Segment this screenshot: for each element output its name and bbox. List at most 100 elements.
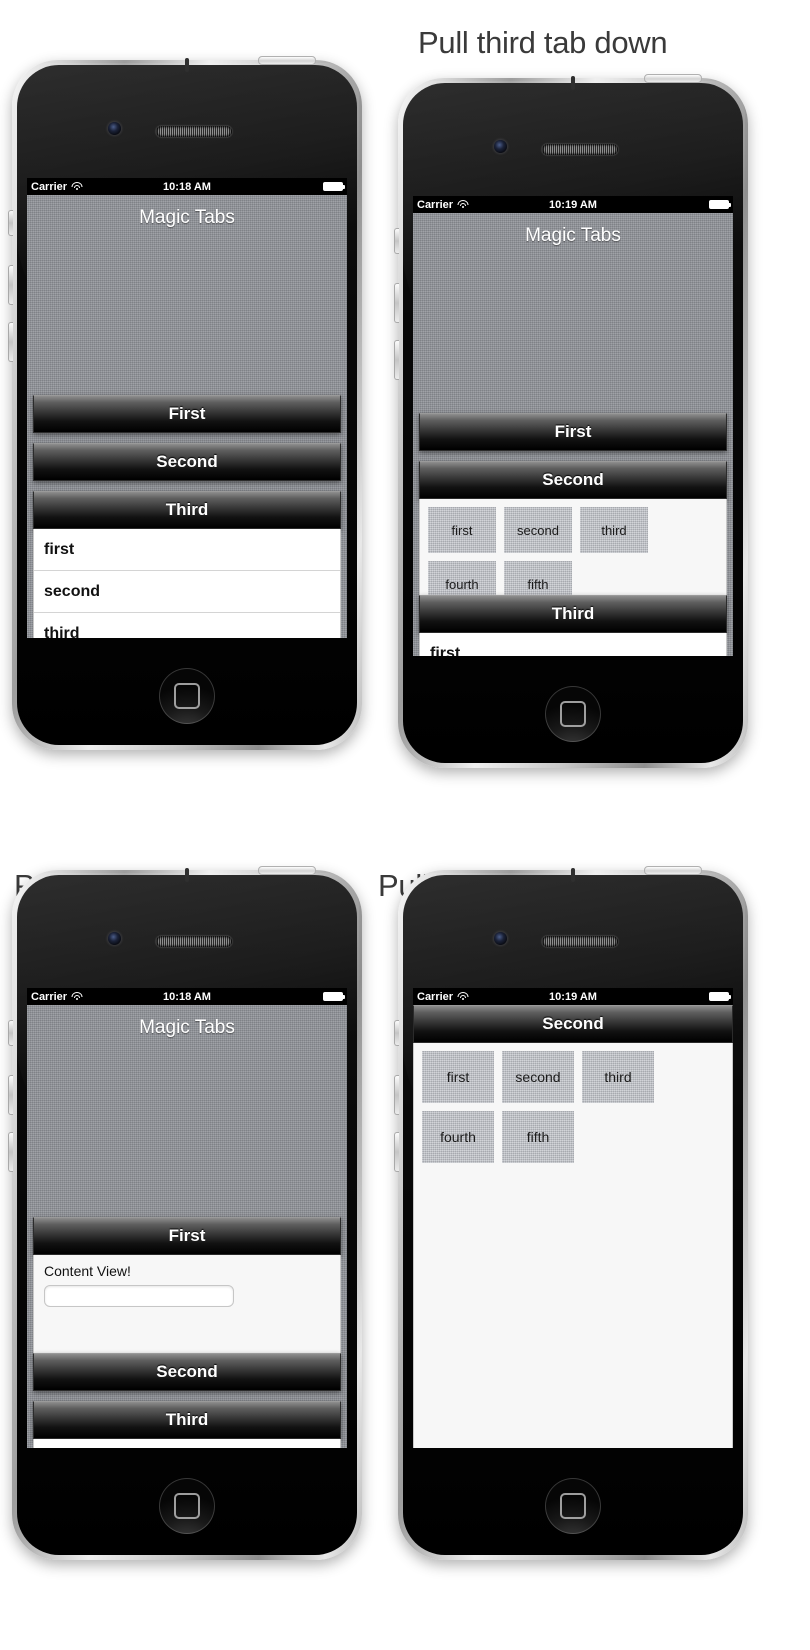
volume-down-button[interactable] [394, 340, 399, 380]
home-button[interactable] [545, 686, 601, 742]
front-camera-icon [494, 932, 507, 945]
tab-third[interactable]: Third [33, 1401, 341, 1439]
phone-3-screen: Carrier 10:18 AM Magic Tabs First Conten… [27, 988, 347, 1448]
grid-cell[interactable]: second [504, 507, 572, 553]
third-tab-list[interactable]: first [420, 633, 726, 656]
power-button[interactable] [644, 74, 702, 83]
status-time: 10:19 AM [549, 990, 597, 1003]
tab-first-label: First [168, 1226, 206, 1245]
battery-icon [709, 200, 731, 209]
volume-up-button[interactable] [394, 283, 399, 323]
silent-switch[interactable] [394, 1020, 399, 1046]
power-button[interactable] [644, 866, 702, 875]
front-camera-icon [108, 932, 121, 945]
tab-second[interactable]: Second [33, 1353, 341, 1391]
content-view-input[interactable] [44, 1285, 234, 1307]
list-item[interactable]: first [420, 633, 726, 657]
app-canvas: Magic Tabs First Second Third first seco… [27, 195, 347, 638]
grid-cell-label: fifth [526, 1129, 550, 1145]
home-button[interactable] [159, 1478, 215, 1534]
tab-second-label: Second [542, 470, 604, 489]
antenna-band [185, 868, 189, 882]
caption-pull-third-tab-down: Pull third tab down [418, 25, 668, 60]
tab-second[interactable]: Second [413, 1005, 733, 1043]
third-tab-panel: first [419, 633, 727, 656]
front-camera-icon [494, 140, 507, 153]
second-tab-grid[interactable]: first second third fourth fifth [420, 499, 726, 605]
home-button[interactable] [159, 668, 215, 724]
third-tab-list[interactable]: first second third [34, 529, 340, 638]
grid-cell-label: first [446, 1069, 470, 1085]
volume-up-button[interactable] [394, 1075, 399, 1115]
silent-switch[interactable] [8, 1020, 13, 1046]
grid-cell-label: third [604, 1069, 632, 1085]
phone-2-screen: Carrier 10:19 AM Magic Tabs First Second [413, 196, 733, 656]
volume-up-button[interactable] [8, 265, 13, 305]
grid-cell[interactable]: fifth [502, 1111, 574, 1163]
list-item[interactable]: third [34, 613, 340, 639]
tab-first[interactable]: First [33, 395, 341, 433]
volume-up-button[interactable] [8, 1075, 13, 1115]
list-item-label: first [430, 644, 461, 657]
phone-1-screen: Carrier 10:18 AM Magic Tabs First Second… [27, 178, 347, 638]
battery-icon [709, 992, 731, 1001]
tab-third-label: Third [165, 1410, 209, 1429]
antenna-band [185, 58, 189, 72]
screenshot-sheet: Pull third tab down Carrier 10:18 AM Mag… [0, 0, 810, 1650]
tab-first-label: First [168, 404, 206, 423]
grid-cell-label: fifth [527, 576, 549, 592]
tab-first[interactable]: First [419, 413, 727, 451]
grid-cell[interactable]: third [580, 507, 648, 553]
grid-cell[interactable]: first [422, 1051, 494, 1103]
status-bar: Carrier 10:18 AM [27, 178, 347, 195]
tab-first-label: First [554, 422, 592, 441]
battery-icon [323, 992, 345, 1001]
tab-third[interactable]: Third [419, 595, 727, 633]
status-bar: Carrier 10:19 AM [413, 988, 733, 1005]
tab-third[interactable]: Third [33, 491, 341, 529]
grid-cell[interactable]: first [428, 507, 496, 553]
tab-second[interactable]: Second [419, 461, 727, 499]
grid-cell[interactable]: third [582, 1051, 654, 1103]
list-item[interactable]: first [34, 529, 340, 571]
front-camera-icon [108, 122, 121, 135]
second-tab-panel: first second third fourth fifth [413, 1043, 733, 1448]
tab-first[interactable]: First [33, 1217, 341, 1255]
second-tab-grid[interactable]: first second third fourth fifth [414, 1043, 732, 1171]
page-title: Magic Tabs [525, 225, 621, 246]
phone-4: Carrier 10:19 AM Second first second thi… [394, 866, 748, 1560]
grid-cell-label: first [451, 522, 473, 538]
volume-down-button[interactable] [8, 322, 13, 362]
grid-cell-label: second [517, 522, 559, 538]
earpiece-speaker-icon [542, 144, 618, 155]
list-item[interactable]: second [34, 571, 340, 613]
list-item-label: third [44, 624, 80, 639]
status-time: 10:18 AM [163, 180, 211, 193]
app-canvas: Magic Tabs First Second first second thi… [413, 213, 733, 656]
grid-cell[interactable]: fourth [422, 1111, 494, 1163]
volume-down-button[interactable] [394, 1132, 399, 1172]
grid-cell-label: fourth [440, 1129, 476, 1145]
second-tab-panel: first second third fourth fifth [419, 499, 727, 605]
power-button[interactable] [258, 866, 316, 875]
home-button[interactable] [545, 1478, 601, 1534]
page-title: Magic Tabs [139, 1017, 235, 1038]
phone-4-screen: Carrier 10:19 AM Second first second thi… [413, 988, 733, 1448]
grid-cell[interactable]: second [502, 1051, 574, 1103]
tab-second-label: Second [156, 1362, 218, 1381]
earpiece-speaker-icon [542, 936, 618, 947]
silent-switch[interactable] [8, 210, 13, 236]
third-tab-panel: first second third [33, 529, 341, 638]
tab-second-label: Second [542, 1014, 604, 1033]
app-canvas: Second first second third fourth fifth [413, 1005, 733, 1448]
grid-cell-label: second [515, 1069, 561, 1085]
status-time: 10:19 AM [549, 198, 597, 211]
silent-switch[interactable] [394, 228, 399, 254]
tab-second-label: Second [156, 452, 218, 471]
volume-down-button[interactable] [8, 1132, 13, 1172]
power-button[interactable] [258, 56, 316, 65]
tab-second[interactable]: Second [33, 443, 341, 481]
earpiece-speaker-icon [156, 126, 232, 137]
tab-third-label: Third [551, 604, 595, 623]
grid-cell-label: third [601, 522, 627, 538]
